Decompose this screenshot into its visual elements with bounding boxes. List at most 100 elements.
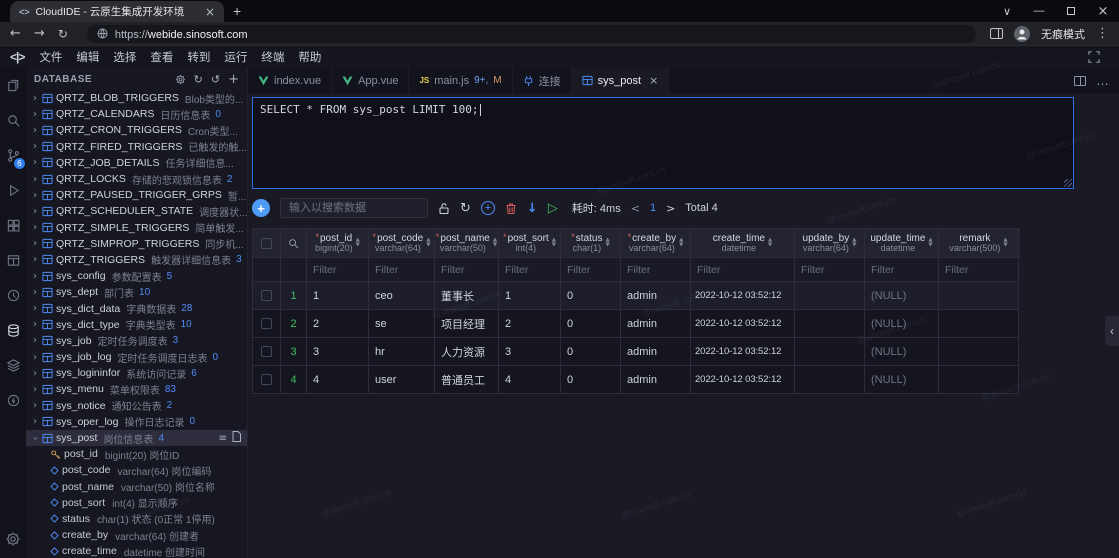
sort-icon[interactable]: ▲▼ [928, 238, 932, 248]
column-header-post_code[interactable]: *post_codevarchar(64)▲▼ [369, 229, 435, 258]
menu-item-7[interactable]: 终端 [254, 49, 291, 65]
menu-item-4[interactable]: 查看 [143, 49, 180, 65]
db-refresh-icon[interactable]: ↻ [194, 73, 203, 86]
field-item-create_time[interactable]: create_timedatetime 创建时间 [26, 543, 247, 558]
tree-item-qrtz_locks[interactable]: ›QRTZ_LOCKS存储的悲观锁信息表2 [26, 171, 247, 187]
column-header-update_time[interactable]: update_timedatetime▲▼ [865, 229, 939, 258]
history-clock-icon[interactable] [0, 278, 26, 313]
field-item-post_name[interactable]: post_namevarchar(50) 岗位名称 [26, 479, 247, 495]
run-sql-icon[interactable]: ▷ [548, 201, 558, 216]
delete-row-icon[interactable] [505, 202, 517, 215]
tree-item-qrtz_blob_triggers[interactable]: ›QRTZ_BLOB_TRIGGERSBlob类型的... [26, 90, 247, 106]
tree-item-qrtz_calendars[interactable]: ›QRTZ_CALENDARS日历信息表0 [26, 106, 247, 122]
menu-item-6[interactable]: 运行 [217, 49, 254, 65]
field-item-create_by[interactable]: create_byvarchar(64) 创建者 [26, 527, 247, 543]
tree-item-sys_post[interactable]: ›sys_post岗位信息表4≡ [26, 430, 247, 446]
column-header-create_time[interactable]: create_timedatetime▲▼ [691, 229, 795, 258]
export-icon[interactable]: ↓ [527, 201, 538, 216]
tree-item-sys_dict_type[interactable]: ›sys_dict_type字典类型表10 [26, 317, 247, 333]
column-header-post_sort[interactable]: *post_sortint(4)▲▼ [499, 229, 561, 258]
filter-input-post_code[interactable]: Filter [369, 258, 435, 282]
menu-item-8[interactable]: 帮助 [291, 49, 328, 65]
sort-icon[interactable]: ▲▼ [852, 238, 856, 248]
sort-icon[interactable]: ▲▼ [768, 238, 772, 248]
tree-item-sys_logininfor[interactable]: ›sys_logininfor系统访问记录6 [26, 365, 247, 381]
tree-item-sys_job_log[interactable]: ›sys_job_log定时任务调度日志表0 [26, 349, 247, 365]
back-button[interactable]: ← [10, 26, 21, 41]
filter-input-status[interactable]: Filter [561, 258, 621, 282]
browser-menu-icon[interactable]: ⋮ [1096, 26, 1109, 41]
filter-input-create_time[interactable]: Filter [691, 258, 795, 282]
field-item-status[interactable]: statuschar(1) 状态 (0正常 1停用) [26, 511, 247, 527]
field-item-post_sort[interactable]: post_sortint(4) 显示顺序 [26, 495, 247, 511]
close-window-button[interactable]: × [1087, 0, 1119, 22]
layers-icon[interactable] [0, 348, 26, 383]
explorer-icon[interactable] [0, 68, 26, 103]
more-actions-icon[interactable]: … [1096, 73, 1109, 88]
tree-item-sys_dept[interactable]: ›sys_dept部门表10 [26, 284, 247, 300]
filter-input-post_sort[interactable]: Filter [499, 258, 561, 282]
editor-tab--[interactable]: 连接 [513, 68, 572, 93]
tree-item-sys_config[interactable]: ›sys_config参数配置表5 [26, 268, 247, 284]
column-header-post_name[interactable]: *post_namevarchar(50)▲▼ [435, 229, 499, 258]
current-page[interactable]: 1 [650, 202, 656, 214]
prev-page-button[interactable]: < [631, 202, 640, 215]
db-settings-icon[interactable] [175, 74, 186, 85]
row-checkbox[interactable] [261, 346, 272, 357]
menu-item-2[interactable]: 编辑 [69, 49, 106, 65]
maximize-button[interactable] [1055, 0, 1087, 22]
extensions-icon[interactable] [0, 208, 26, 243]
row-checkbox[interactable] [261, 374, 272, 385]
row-search-header[interactable] [281, 229, 307, 258]
tree-item-qrtz_simprop_triggers[interactable]: ›QRTZ_SIMPROP_TRIGGERS同步机... [26, 236, 247, 252]
preview-panel-icon[interactable] [0, 243, 26, 278]
search-icon[interactable] [0, 103, 26, 138]
browser-tab[interactable]: <> CloudIDE - 云原生集成开发环境 × [10, 1, 224, 22]
forward-button[interactable]: → [34, 26, 45, 41]
db-history-icon[interactable]: ↺ [211, 73, 220, 86]
tab-search-icon[interactable]: ∨ [991, 0, 1023, 22]
menu-item-5[interactable]: 转到 [180, 49, 217, 65]
next-page-button[interactable]: > [666, 202, 675, 215]
sort-icon[interactable]: ▲▼ [679, 238, 683, 248]
split-editor-icon[interactable] [1074, 76, 1086, 86]
column-header-status[interactable]: *statuschar(1)▲▼ [561, 229, 621, 258]
tree-item-sys_dict_data[interactable]: ›sys_dict_data字典数据表28 [26, 300, 247, 316]
tree-item-sys_notice[interactable]: ›sys_notice通知公告表2 [26, 398, 247, 414]
tree-item-sys_job[interactable]: ›sys_job定时任务调度表3 [26, 333, 247, 349]
sort-icon[interactable]: ▲▼ [1003, 238, 1007, 248]
settings-gear-icon[interactable] [0, 520, 26, 558]
tree-item-qrtz_fired_triggers[interactable]: ›QRTZ_FIRED_TRIGGERS已触发的触... [26, 139, 247, 155]
field-item-post_code[interactable]: post_codevarchar(64) 岗位编码 [26, 462, 247, 478]
column-header-update_by[interactable]: update_byvarchar(64)▲▼ [795, 229, 865, 258]
data-search-input[interactable] [280, 198, 428, 218]
menu-item-1[interactable]: 文件 [32, 49, 69, 65]
filter-input-create_by[interactable]: Filter [621, 258, 691, 282]
field-item-post_id[interactable]: post_idbigint(20) 岗位ID [26, 446, 247, 462]
minimize-button[interactable]: — [1023, 0, 1055, 22]
resize-handle[interactable] [1064, 179, 1072, 187]
expand-panel-button[interactable]: ‹ [1105, 316, 1119, 346]
select-all-checkbox[interactable] [261, 238, 272, 249]
row-checkbox[interactable] [261, 290, 272, 301]
tree-item-qrtz_cron_triggers[interactable]: ›QRTZ_CRON_TRIGGERSCron类型... [26, 122, 247, 138]
plugin-bolt-icon[interactable] [0, 383, 26, 418]
close-tab-icon[interactable]: × [649, 74, 658, 87]
tab-close-icon[interactable]: × [205, 5, 215, 19]
tree-item-sys_oper_log[interactable]: ›sys_oper_log操作日志记录0 [26, 414, 247, 430]
editor-tab-index-vue[interactable]: index.vue [248, 68, 332, 93]
filter-input-post_id[interactable]: Filter [307, 258, 369, 282]
side-panel-icon[interactable] [990, 28, 1003, 39]
tree-item-qrtz_job_details[interactable]: ›QRTZ_JOB_DETAILS任务详细信息... [26, 155, 247, 171]
sort-icon[interactable]: ▲▼ [605, 238, 609, 248]
tree-item-qrtz_paused_trigger_grps[interactable]: ›QRTZ_PAUSED_TRIGGER_GRPS暂... [26, 187, 247, 203]
new-tab-button[interactable]: + [233, 3, 241, 19]
sort-icon[interactable]: ▲▼ [493, 238, 497, 248]
column-header-create_by[interactable]: *create_byvarchar(64)▲▼ [621, 229, 691, 258]
tree-item-qrtz_scheduler_state[interactable]: ›QRTZ_SCHEDULER_STATE调度器状... [26, 203, 247, 219]
filter-input-remark[interactable]: Filter [939, 258, 1019, 282]
insert-row-icon[interactable]: + [481, 201, 495, 215]
open-file-icon[interactable] [232, 431, 241, 445]
source-control-icon[interactable]: 6 [0, 138, 26, 173]
add-connection-icon[interactable]: + [228, 72, 239, 87]
